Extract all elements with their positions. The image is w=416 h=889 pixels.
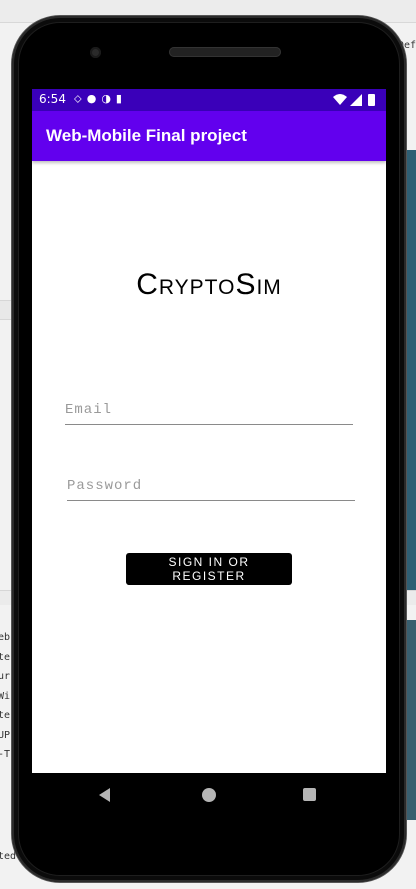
app-logo: CryptoSim	[136, 268, 282, 301]
ide-code-line: UP	[0, 729, 11, 741]
system-nav-bar	[32, 773, 386, 817]
ide-code-line: ur	[0, 671, 11, 682]
ide-code-line: te	[0, 651, 11, 663]
app-title: Web-Mobile Final project	[46, 126, 247, 145]
ide-code-line: eb	[0, 632, 11, 643]
assistant-icon: ⬦	[74, 92, 87, 105]
ide-code-fragments: eb te ur Wi te UP -T	[0, 628, 10, 765]
status-bar: 6:54 ⬦●◑▮	[32, 89, 386, 111]
signal-icon	[350, 94, 362, 106]
wifi-icon	[333, 94, 347, 105]
front-camera	[90, 47, 101, 58]
earpiece-speaker	[169, 47, 281, 57]
app-bar: Web-Mobile Final project	[32, 111, 386, 161]
ide-code-fragment-bottom: ted	[0, 851, 17, 862]
battery-icon	[368, 94, 375, 106]
ide-code-line: te	[0, 710, 11, 721]
status-time: 6:54	[39, 92, 66, 106]
globe-icon: ●	[86, 92, 102, 105]
media-icon: ◑	[101, 92, 116, 105]
phone-screen: 6:54 ⬦●◑▮ Web-Mobile Final project Crypt…	[32, 89, 386, 773]
recents-icon[interactable]	[303, 788, 316, 801]
ide-code-line: -T	[0, 749, 11, 760]
ide-code-line: Wi	[0, 690, 11, 702]
password-field[interactable]	[67, 474, 355, 501]
notification-icons: ⬦●◑▮	[74, 92, 127, 106]
home-icon[interactable]	[202, 788, 216, 802]
sd-card-icon: ▮	[115, 92, 127, 105]
email-field[interactable]	[65, 398, 353, 425]
sign-in-button[interactable]: SIGN IN OR REGISTER	[126, 553, 292, 585]
back-icon[interactable]	[99, 788, 110, 802]
system-icons	[333, 94, 375, 106]
